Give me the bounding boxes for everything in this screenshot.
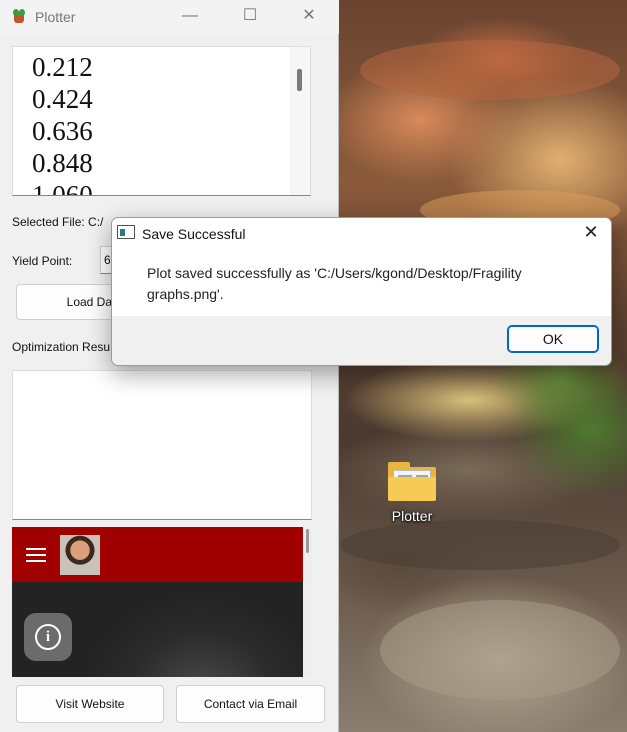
yield-point-label: Yield Point: <box>12 254 73 268</box>
list-item[interactable]: 0.212 <box>32 51 93 83</box>
scrollbar-thumb[interactable] <box>306 529 309 553</box>
info-icon: i <box>35 624 61 650</box>
dialog-message-line: graphs.png'. <box>147 286 224 302</box>
wallpaper-rock <box>380 600 620 700</box>
web-header <box>12 527 303 582</box>
dialog-message: Plot saved successfully as 'C:/Users/kgo… <box>147 263 577 305</box>
title-bar[interactable]: Plotter — ☐ ✕ <box>0 0 339 34</box>
contact-email-button[interactable]: Contact via Email <box>176 685 325 723</box>
selected-file-label: Selected File: C:/ <box>12 215 104 229</box>
list-item[interactable]: 1.060 <box>32 179 93 195</box>
dialog-title-bar[interactable]: Save Successful ✕ <box>112 218 611 248</box>
scrollbar-thumb[interactable] <box>297 69 302 91</box>
list-item[interactable]: 0.848 <box>32 147 93 179</box>
optimization-results-box[interactable] <box>12 370 312 520</box>
window-icon <box>117 225 135 239</box>
info-button[interactable]: i <box>24 613 72 661</box>
dialog-message-line: Plot saved successfully as 'C:/Users/kgo… <box>147 265 522 281</box>
listbox-scrollbar[interactable] <box>290 47 310 195</box>
wallpaper-rock <box>340 520 620 570</box>
minimize-button[interactable]: — <box>167 0 213 34</box>
dialog-close-button[interactable]: ✕ <box>571 218 611 248</box>
visit-website-button[interactable]: Visit Website <box>16 685 164 723</box>
dialog-body: Plot saved successfully as 'C:/Users/kgo… <box>112 248 611 316</box>
avatar <box>60 535 100 575</box>
optimization-results-label: Optimization Resu <box>12 340 111 354</box>
maximize-button[interactable]: ☐ <box>227 0 273 34</box>
plant-pot-icon <box>12 9 26 23</box>
wallpaper-rock <box>360 40 620 100</box>
embedded-webview[interactable]: i <box>12 527 312 677</box>
desktop-icon-label: Plotter <box>391 508 433 524</box>
list-item[interactable]: 0.636 <box>32 115 93 147</box>
values-listbox[interactable]: 0.212 0.424 0.636 0.848 1.060 <box>12 46 311 196</box>
window-title: Plotter <box>35 9 76 25</box>
save-successful-dialog: Save Successful ✕ Plot saved successfull… <box>111 217 612 366</box>
ok-button[interactable]: OK <box>507 325 599 353</box>
dialog-title: Save Successful <box>142 226 246 242</box>
close-button[interactable]: ✕ <box>286 0 332 34</box>
listbox-items: 0.212 0.424 0.636 0.848 1.060 <box>32 51 93 195</box>
hamburger-menu-icon[interactable] <box>26 548 46 566</box>
plotter-window: Plotter — ☐ ✕ 0.212 0.424 0.636 0.848 1.… <box>0 0 339 732</box>
web-scrollbar[interactable] <box>303 527 312 677</box>
folder-icon <box>386 460 438 502</box>
desktop-icon-plotter[interactable]: Plotter <box>376 460 448 524</box>
list-item[interactable]: 0.424 <box>32 83 93 115</box>
